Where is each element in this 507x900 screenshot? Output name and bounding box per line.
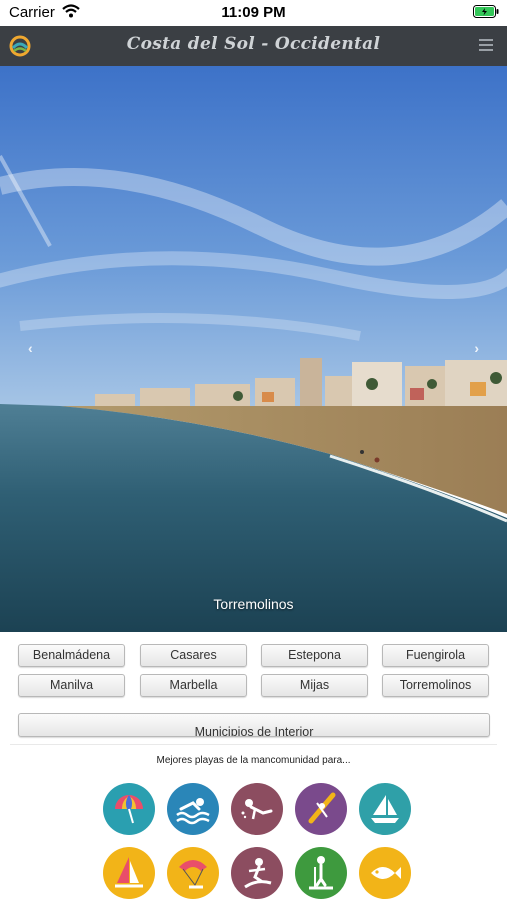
clock: 11:09 PM: [221, 4, 286, 21]
interior-municipalities-button[interactable]: Municipios de Interior: [18, 713, 490, 737]
carousel-next-arrow[interactable]: ›: [474, 340, 479, 356]
battery-icon: [473, 5, 499, 22]
municipality-button-mijas[interactable]: Mijas: [261, 674, 368, 697]
kitesurf-icon[interactable]: [167, 847, 219, 899]
carousel-caption: Torremolinos: [213, 596, 294, 612]
municipality-button-marbella[interactable]: Marbella: [140, 674, 247, 697]
hamburger-menu-icon[interactable]: [479, 39, 493, 51]
status-bar: Carrier 11:09 PM: [0, 0, 507, 26]
hero-carousel[interactable]: ‹ › Torremolinos: [0, 66, 507, 632]
carousel-prev-arrow[interactable]: ‹: [28, 340, 33, 356]
windsurf-icon[interactable]: [103, 847, 155, 899]
beach-umbrella-icon[interactable]: [103, 783, 155, 835]
municipality-button-fuengirola[interactable]: Fuengirola: [382, 644, 489, 667]
municipality-button-torremolinos[interactable]: Torremolinos: [382, 674, 489, 697]
app-header: Costa del Sol - Occidental: [0, 26, 507, 66]
municipality-button-casares[interactable]: Casares: [140, 644, 247, 667]
app-title: Costa del Sol - Occidental: [126, 34, 381, 54]
fishing-icon[interactable]: [359, 847, 411, 899]
swimming-icon[interactable]: [167, 783, 219, 835]
municipality-button-manilva[interactable]: Manilva: [18, 674, 125, 697]
sailboat-icon[interactable]: [359, 783, 411, 835]
municipality-button-benalmadena[interactable]: Benalmádena: [18, 644, 125, 667]
kayak-icon[interactable]: [295, 783, 347, 835]
paddle-board-icon[interactable]: [295, 847, 347, 899]
divider: [10, 744, 497, 745]
surf-icon[interactable]: [231, 847, 283, 899]
municipality-button-estepona[interactable]: Estepona: [261, 644, 368, 667]
diving-icon[interactable]: [231, 783, 283, 835]
beach-photo: [0, 66, 507, 632]
best-beaches-label: Mejores playas de la mancomunidad para..…: [156, 755, 351, 766]
